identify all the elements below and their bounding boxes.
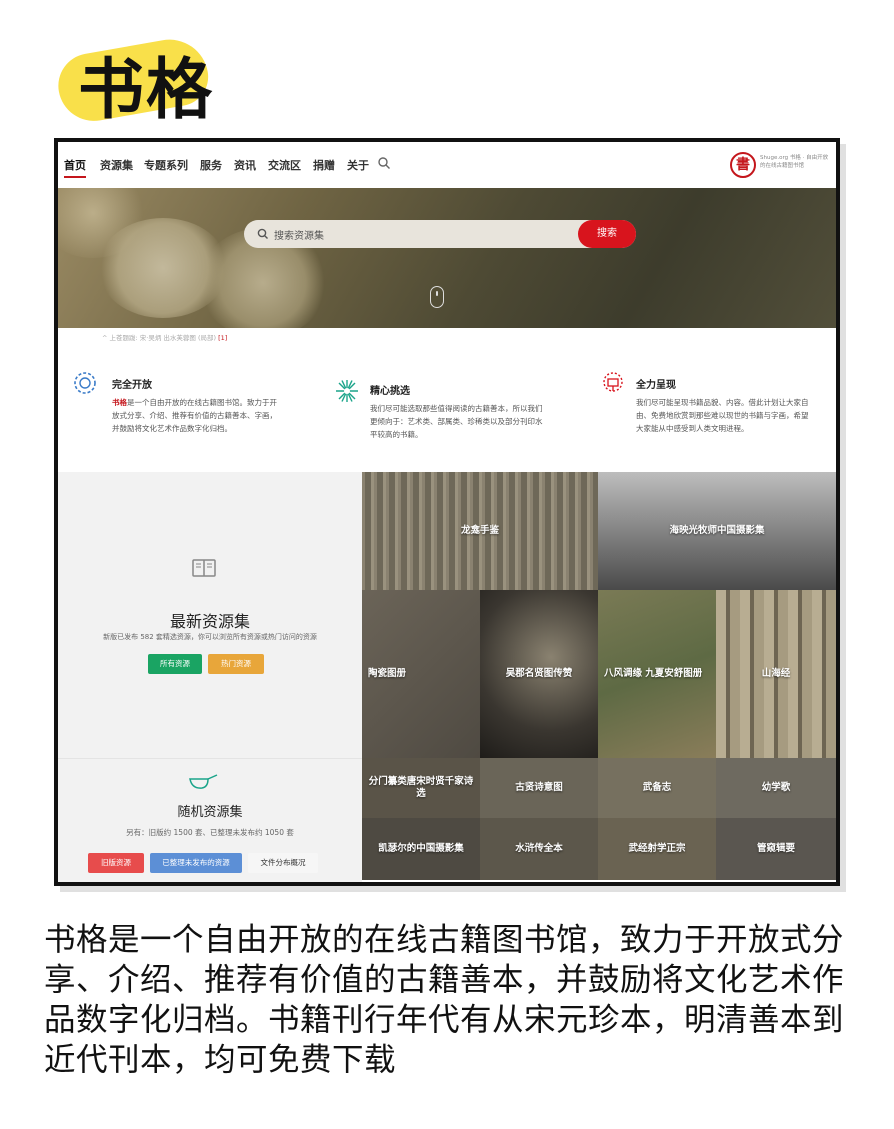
tile-label: 管窥辑要 xyxy=(756,843,795,854)
feature-desc: 我们尽可能呈现书籍品貌、内容。借此计划让大家自由、免费地欣赏到那些难以现世的书籍… xyxy=(636,398,809,433)
feature-title: 精心挑选 xyxy=(370,386,410,397)
site-logo-text: Shuge.org 书格 · 自由开放的在线古籍图书馆 xyxy=(760,155,829,169)
tile-label: 凯瑟尔的中国摄影集 xyxy=(378,843,464,854)
tile-label: 龙龛手鉴 xyxy=(460,525,499,536)
website-screenshot: 首页 资源集 专题系列 服务 资讯 交流区 捐赠 关于 書 Shuge.org … xyxy=(54,138,840,886)
nav-collections[interactable]: 资源集 xyxy=(100,157,133,173)
hero-title: 书格 xyxy=(52,22,292,128)
caption-ref-link[interactable]: [1] xyxy=(218,334,227,342)
search-button[interactable]: 搜索 xyxy=(578,220,636,248)
search-icon xyxy=(257,228,268,239)
hero-banner: 搜索资源集 搜索 xyxy=(58,188,836,328)
tile-label: 武备志 xyxy=(642,782,672,793)
book-icon xyxy=(192,559,216,577)
page-title: 书格 xyxy=(78,51,214,128)
collection-tile[interactable]: 八风调缘 九夏安舒图册 xyxy=(598,590,716,758)
tile-label: 山海经 xyxy=(761,668,791,679)
unpublished-resources-button[interactable]: 已整理未发布的资源 xyxy=(150,853,242,873)
random-title: 随机资源集 xyxy=(177,805,243,820)
collection-tile[interactable]: 幼学歌 xyxy=(716,758,836,818)
tile-label: 八风调缘 九夏安舒图册 xyxy=(604,668,703,679)
all-resources-button[interactable]: 所有资源 xyxy=(148,654,202,674)
collection-tile[interactable]: 海映光牧师中国摄影集 xyxy=(598,472,836,590)
collection-tile[interactable]: 吴郡名贤图传赞 xyxy=(480,590,598,758)
site-logo[interactable]: 書 xyxy=(730,152,756,178)
presentation-icon xyxy=(603,372,623,392)
collection-tile[interactable]: 山海经 xyxy=(716,590,836,758)
search-icon[interactable] xyxy=(377,156,391,170)
collection-tile[interactable]: 武经射学正宗 xyxy=(598,818,716,880)
collection-tile[interactable]: 分门纂类唐宋时贤千家诗选 xyxy=(362,758,480,818)
collection-tile[interactable]: 凯瑟尔的中国摄影集 xyxy=(362,818,480,880)
nav-news[interactable]: 资讯 xyxy=(234,157,256,173)
tile-label: 武经射学正宗 xyxy=(628,843,686,854)
old-resources-button[interactable]: 旧版资源 xyxy=(88,853,144,873)
nav-about[interactable]: 关于 xyxy=(347,157,369,173)
nav-home[interactable]: 首页 xyxy=(64,157,86,178)
collection-tile[interactable]: 武备志 xyxy=(598,758,716,818)
caption-text: ^ 上苍题跋: 宋·吴炳 出水芙蓉图 (局部) xyxy=(102,334,217,342)
latest-title: 最新资源集 xyxy=(169,612,250,631)
tile-label: 海映光牧师中国摄影集 xyxy=(669,525,765,536)
random-desc: 另有：旧版约 1500 套、已整理未发布约 1050 套 xyxy=(126,828,294,837)
collection-tile[interactable]: 水浒传全本 xyxy=(480,818,598,880)
scroll-mouse-icon xyxy=(430,286,444,308)
collection-tile[interactable]: 古贤诗意图 xyxy=(480,758,598,818)
tile-label: 幼学歌 xyxy=(761,782,791,793)
flower-gear-icon xyxy=(74,372,96,394)
feature-desc: 书格是一个自由开放的在线古籍图书馆。致力于开放式分享、介绍、推荐有价值的古籍善本… xyxy=(112,396,282,435)
feature-desc: 我们尽可能选取那些值得阅读的古籍善本，所以我们更倾向于：艺术类、部属类、珍稀类以… xyxy=(370,404,543,439)
latest-collections-panel: 最新资源集 新版已发布 582 套精选资源，你可以浏览所有资源或热门访问的资源 … xyxy=(58,472,362,758)
brand-name: 书格 xyxy=(112,398,127,407)
random-collections-panel: 随机资源集 另有：旧版约 1500 套、已整理未发布约 1050 套 旧版资源 … xyxy=(58,758,362,882)
tile-label: 吴郡名贤图传赞 xyxy=(505,668,573,679)
banner-caption: ^ 上苍题跋: 宋·吴炳 出水芙蓉图 (局部) [1] xyxy=(102,332,227,342)
tile-label: 分门纂类唐宋时贤千家诗选 xyxy=(368,776,474,799)
tile-label: 陶瓷图册 xyxy=(368,668,407,679)
collection-tile[interactable]: 陶瓷图册 xyxy=(362,590,480,758)
top-nav: 首页 资源集 专题系列 服务 资讯 交流区 捐赠 关于 書 Shuge.org … xyxy=(58,142,836,188)
file-distribution-button[interactable]: 文件分布概况 xyxy=(248,853,318,873)
search-input[interactable]: 搜索资源集 xyxy=(274,227,324,242)
tile-label: 水浒传全本 xyxy=(515,843,563,854)
burst-icon xyxy=(336,380,358,402)
feature-title: 完全开放 xyxy=(112,380,152,391)
feature-title: 全力呈现 xyxy=(636,380,676,391)
collection-tile[interactable]: 管窥辑要 xyxy=(716,818,836,880)
collection-tile[interactable]: 龙龛手鉴 xyxy=(362,472,598,590)
nav-donate[interactable]: 捐赠 xyxy=(313,157,335,173)
tile-label: 古贤诗意图 xyxy=(515,782,563,793)
ladle-icon xyxy=(189,774,218,789)
hot-resources-button[interactable]: 热门资源 xyxy=(208,654,264,674)
nav-series[interactable]: 专题系列 xyxy=(144,157,188,173)
latest-desc: 新版已发布 582 套精选资源，你可以浏览所有资源或热门访问的资源 xyxy=(103,633,317,641)
nav-forum[interactable]: 交流区 xyxy=(268,157,301,173)
nav-services[interactable]: 服务 xyxy=(200,157,222,173)
site-description: 书格是一个自由开放的在线古籍图书馆，致力于开放式分享、介绍、推荐有价值的古籍善本… xyxy=(44,922,845,1078)
feature-desc-text: 是一个自由开放的在线古籍图书馆。致力于开放式分享、介绍、推荐有价值的古籍善本、字… xyxy=(112,398,277,433)
